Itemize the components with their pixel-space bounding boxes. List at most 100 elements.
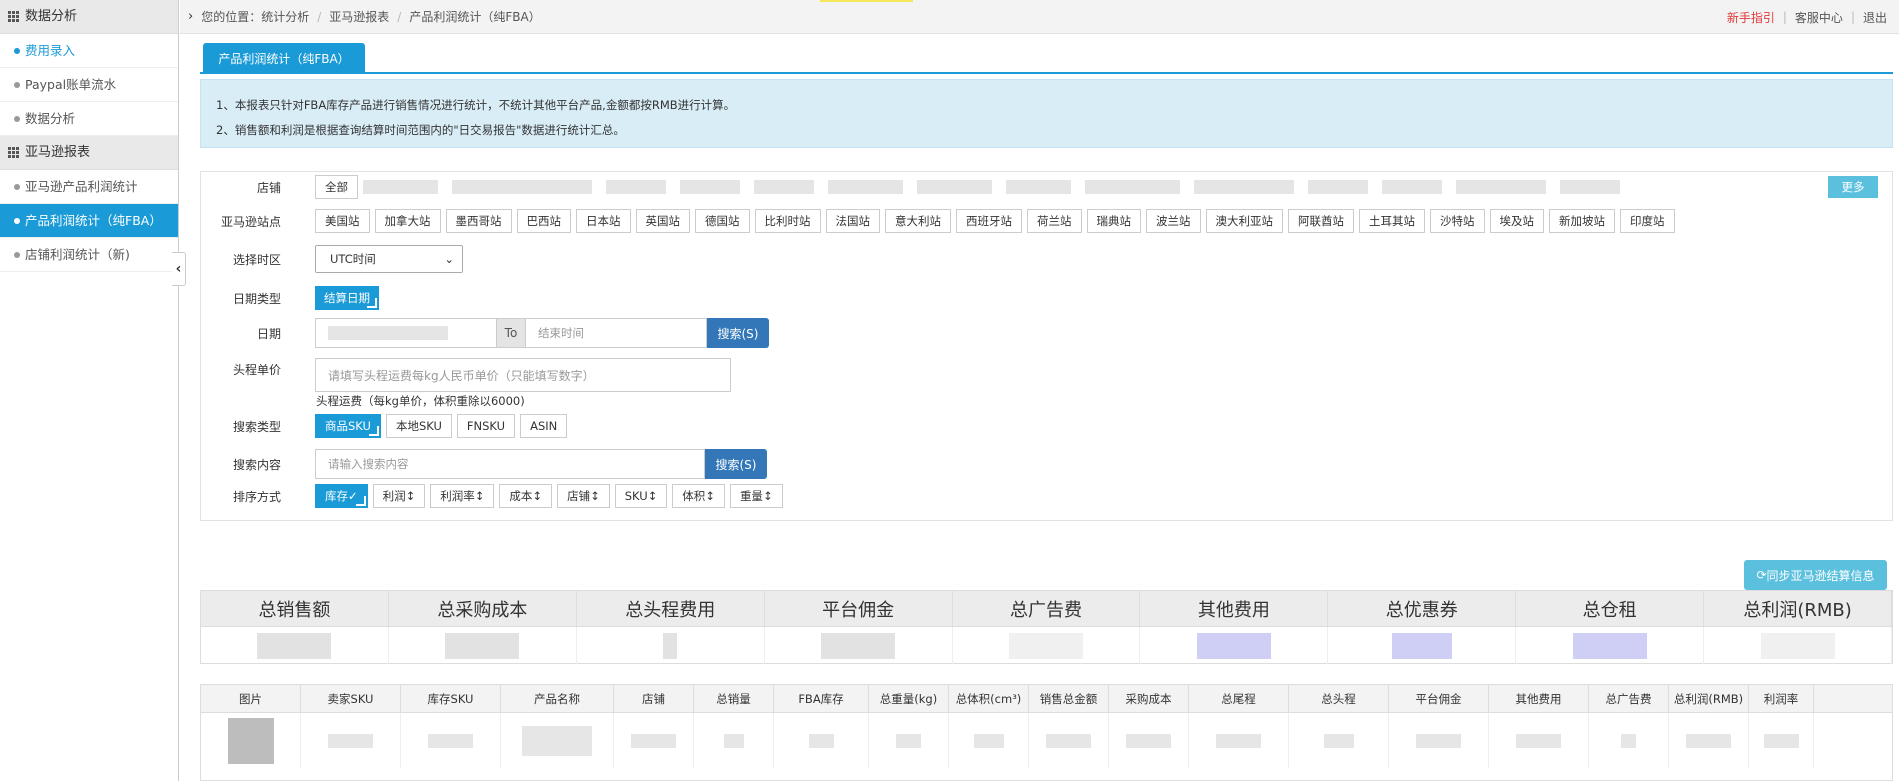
search-type-row: 搜索类型 商品SKU 本地SKU FNSKU ASIN [201, 414, 572, 438]
notice-line: 1、本报表只针对FBA库存产品进行销售情况进行统计，不统计其他平台产品,金额都按… [216, 98, 736, 112]
search-type-option[interactable]: 本地SKU [385, 414, 452, 438]
store-option[interactable] [1085, 180, 1180, 194]
site-option[interactable]: 西班牙站 [956, 209, 1022, 233]
sidebar-group-amazon-reports[interactable]: 亚马逊报表 [0, 136, 178, 170]
site-option[interactable]: 日本站 [576, 209, 631, 233]
site-option[interactable]: 墨西哥站 [445, 209, 512, 233]
sort-option[interactable]: 店铺 ↕ [557, 484, 610, 508]
freight-price-input[interactable]: 请填写头程运费每kg人民币单价（只能填写数字） [315, 358, 731, 392]
column-header[interactable]: 总销量 [694, 685, 774, 712]
timezone-row: 选择时区 UTC时间 ⌄ [201, 245, 463, 273]
store-option[interactable] [1456, 180, 1546, 194]
page-root: 数据分析 费用录入 Paypal账单流水 数据分析 亚马逊报表 亚马逊产品利润统… [0, 0, 1899, 781]
site-option[interactable]: 比利时站 [754, 209, 821, 233]
column-header[interactable]: 其他费用 [1489, 685, 1589, 712]
summary-header: 总销售额 总采购成本 总头程费用 平台佣金 总广告费 其他费用 总优惠券 总仓租… [201, 591, 1893, 627]
site-option[interactable]: 波兰站 [1146, 209, 1201, 233]
date-search-button[interactable]: 搜索(S) [707, 318, 769, 348]
end-date-input[interactable]: 结束时间 [525, 318, 707, 348]
site-option[interactable]: 法国站 [825, 209, 880, 233]
store-option[interactable] [452, 180, 592, 194]
sync-settlement-button[interactable]: ⟳ 同步亚马逊结算信息 [1744, 560, 1887, 590]
sidebar-item-expense-entry[interactable]: 费用录入 [0, 34, 178, 68]
column-header[interactable]: 图片 [201, 685, 301, 712]
column-header[interactable]: 卖家SKU [301, 685, 401, 712]
site-option[interactable]: 埃及站 [1489, 209, 1544, 233]
store-option[interactable] [1308, 180, 1368, 194]
site-option[interactable]: 阿联酋站 [1288, 209, 1354, 233]
chevron-left-icon[interactable]: ‹ [172, 252, 186, 286]
site-option[interactable]: 美国站 [315, 209, 370, 233]
store-option[interactable] [828, 180, 903, 194]
store-option[interactable] [1382, 180, 1442, 194]
breadcrumb-item[interactable]: 统计分析 [261, 8, 309, 25]
content-search-button[interactable]: 搜索(S) [705, 449, 767, 479]
site-option[interactable]: 印度站 [1620, 209, 1675, 233]
sidebar-item-data-analysis[interactable]: 数据分析 [0, 102, 178, 136]
column-header[interactable]: 平台佣金 [1389, 685, 1489, 712]
search-type-option[interactable]: ASIN [520, 414, 568, 438]
logout-link[interactable]: 退出 [1863, 9, 1887, 26]
sidebar: 数据分析 费用录入 Paypal账单流水 数据分析 亚马逊报表 亚马逊产品利润统… [0, 0, 179, 781]
site-option[interactable]: 新加坡站 [1549, 209, 1615, 233]
site-option[interactable]: 英国站 [635, 209, 690, 233]
timezone-select[interactable]: UTC时间 ⌄ [315, 245, 463, 273]
guide-link[interactable]: 新手指引 [1727, 9, 1775, 26]
search-content-input[interactable]: 请输入搜索内容 [315, 449, 705, 479]
product-thumbnail[interactable] [227, 717, 274, 764]
sidebar-item-paypal[interactable]: Paypal账单流水 [0, 68, 178, 102]
store-option[interactable] [754, 180, 814, 194]
store-all-button[interactable]: 全部 [315, 175, 358, 199]
sort-option[interactable]: 库存 ✓ [315, 484, 368, 508]
column-header[interactable]: 利润率 [1749, 685, 1814, 712]
site-option[interactable]: 巴西站 [516, 209, 571, 233]
sidebar-item-store-profit[interactable]: 店铺利润统计（新) [0, 238, 178, 272]
column-header[interactable]: 总尾程 [1189, 685, 1289, 712]
start-date-input[interactable] [315, 318, 497, 348]
site-option[interactable]: 瑞典站 [1086, 209, 1141, 233]
column-header[interactable]: 库存SKU [401, 685, 501, 712]
sort-option[interactable]: SKU ↕ [614, 484, 668, 508]
site-option[interactable]: 意大利站 [885, 209, 951, 233]
store-option[interactable] [1560, 180, 1620, 194]
site-option[interactable]: 荷兰站 [1027, 209, 1082, 233]
column-header[interactable]: 总广告费 [1589, 685, 1669, 712]
store-option[interactable] [1006, 180, 1071, 194]
search-type-option[interactable]: FNSKU [456, 414, 516, 438]
column-header[interactable]: FBA库存 [774, 685, 869, 712]
sidebar-item-fba-product-profit[interactable]: 产品利润统计（纯FBA） [0, 204, 178, 238]
tab-fba-product-profit[interactable]: 产品利润统计（纯FBA） [203, 43, 365, 73]
site-option[interactable]: 德国站 [695, 209, 750, 233]
column-header[interactable]: 总体积(cm³) [949, 685, 1029, 712]
store-option[interactable] [363, 180, 438, 194]
column-header[interactable]: 总重量(kg) [869, 685, 949, 712]
sort-option[interactable]: 成本 ↕ [499, 484, 553, 508]
column-header[interactable]: 产品名称 [501, 685, 614, 712]
sidebar-item-amazon-product-profit[interactable]: 亚马逊产品利润统计 [0, 170, 178, 204]
column-header[interactable]: 总利润(RMB) [1669, 685, 1749, 712]
check-icon: ✓ [348, 489, 358, 503]
store-option[interactable] [606, 180, 666, 194]
sort-option[interactable]: 重量 ↕ [729, 484, 783, 508]
sort-option[interactable]: 利润 ↕ [372, 484, 426, 508]
column-header[interactable]: 销售总金额 [1029, 685, 1109, 712]
site-option[interactable]: 沙特站 [1430, 209, 1485, 233]
store-option[interactable] [1194, 180, 1294, 194]
column-header[interactable]: 店铺 [614, 685, 694, 712]
store-option[interactable] [917, 180, 992, 194]
more-stores-button[interactable]: 更多 [1828, 176, 1878, 198]
sort-option[interactable]: 体积 ↕ [672, 484, 725, 508]
site-option[interactable]: 澳大利亚站 [1205, 209, 1283, 233]
support-link[interactable]: 客服中心 [1795, 9, 1843, 26]
table-row[interactable] [201, 713, 1892, 768]
date-type-settlement[interactable]: 结算日期 [315, 286, 379, 310]
sidebar-group-data-analysis[interactable]: 数据分析 [0, 0, 178, 34]
site-option[interactable]: 加拿大站 [374, 209, 441, 233]
column-header[interactable]: 采购成本 [1109, 685, 1189, 712]
breadcrumb-item[interactable]: 亚马逊报表 [329, 8, 389, 25]
sort-option[interactable]: 利润率 ↕ [430, 484, 495, 508]
site-option[interactable]: 土耳其站 [1359, 209, 1425, 233]
search-type-option[interactable]: 商品SKU [315, 414, 381, 438]
store-option[interactable] [680, 180, 740, 194]
column-header[interactable]: 总头程 [1289, 685, 1389, 712]
